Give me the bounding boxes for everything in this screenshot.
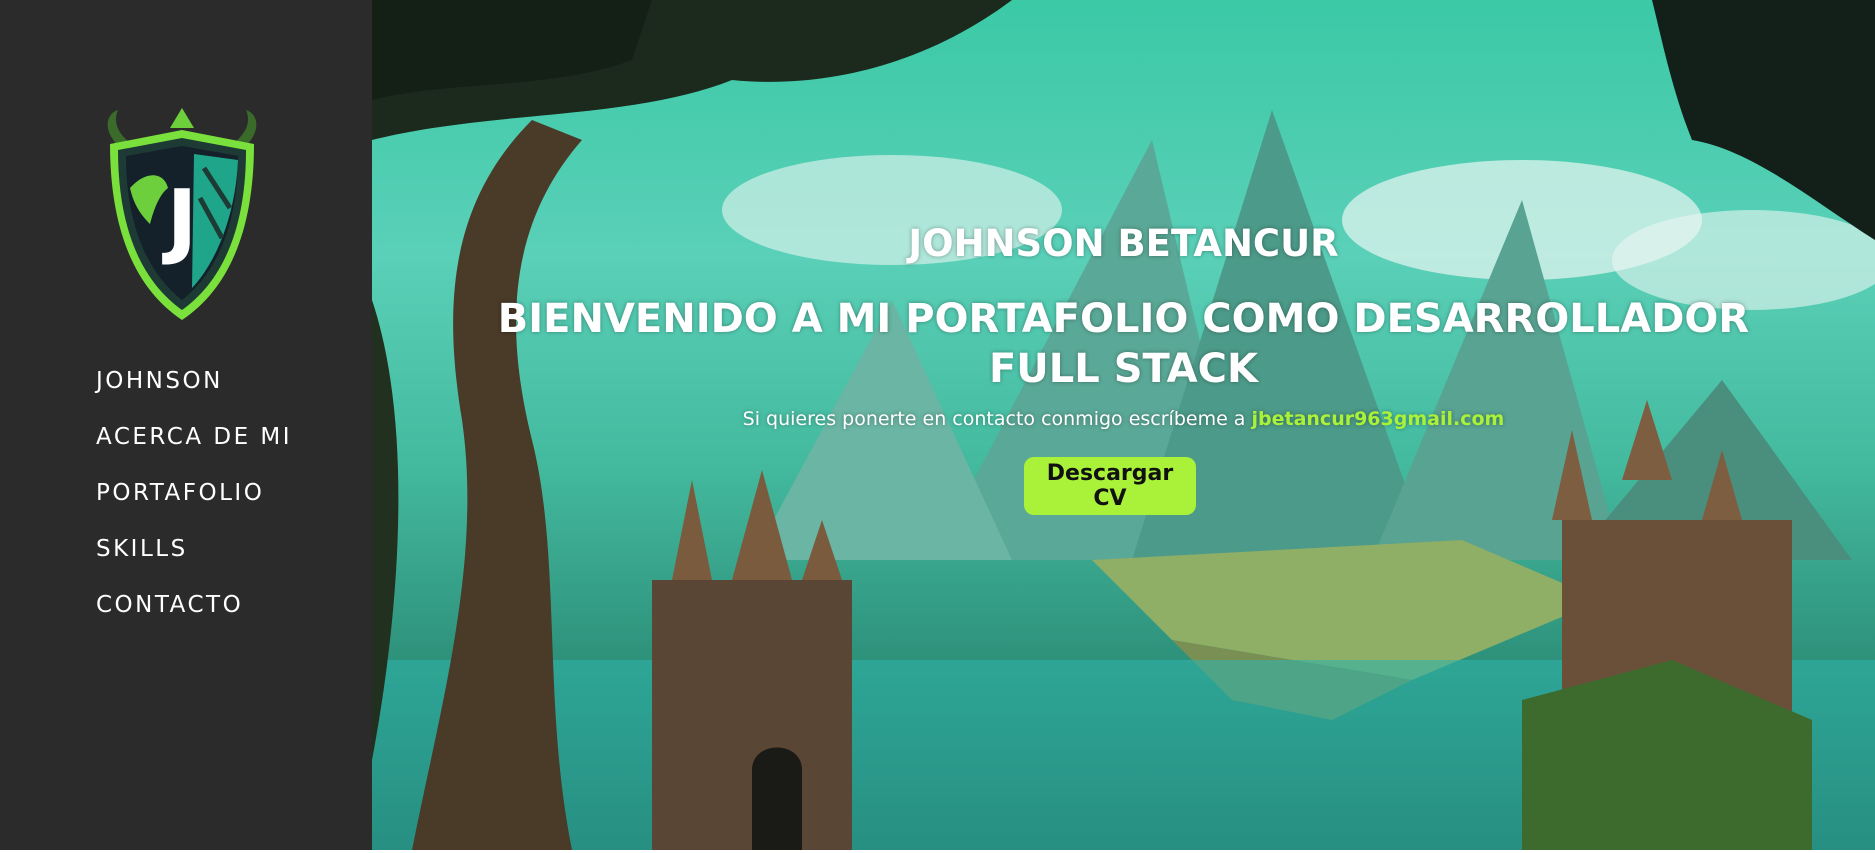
dragon-shield-icon[interactable]: J	[90, 108, 274, 330]
hero-headline: BIENVENIDO A MI PORTAFOLIO COMO DESARROL…	[497, 296, 1750, 392]
sidebar: J JOHNSON ACERCA DE MI PORTAFOLIO SKILLS…	[0, 0, 372, 850]
nav-item-contact[interactable]: CONTACTO	[96, 588, 292, 644]
hero-name: JOHNSON BETANCUR	[908, 222, 1339, 265]
nav-item-about[interactable]: ACERCA DE MI	[96, 420, 292, 476]
nav-item-skills[interactable]: SKILLS	[96, 532, 292, 588]
hero-contact: Si quieres ponerte en contacto conmigo e…	[372, 408, 1875, 430]
nav-item-portfolio[interactable]: PORTAFOLIO	[96, 476, 292, 532]
contact-text: Si quieres ponerte en contacto conmigo e…	[742, 408, 1252, 430]
svg-text:J: J	[162, 173, 198, 268]
hero-section: JOHNSON BETANCUR BIENVENIDO A MI PORTAFO…	[372, 0, 1875, 850]
download-cv-button[interactable]: Descargar CV	[1024, 457, 1196, 515]
contact-email-link[interactable]: jbetancur963gmail.com	[1252, 408, 1505, 430]
sidebar-nav: JOHNSON ACERCA DE MI PORTAFOLIO SKILLS C…	[96, 364, 292, 644]
nav-item-johnson[interactable]: JOHNSON	[96, 364, 292, 420]
